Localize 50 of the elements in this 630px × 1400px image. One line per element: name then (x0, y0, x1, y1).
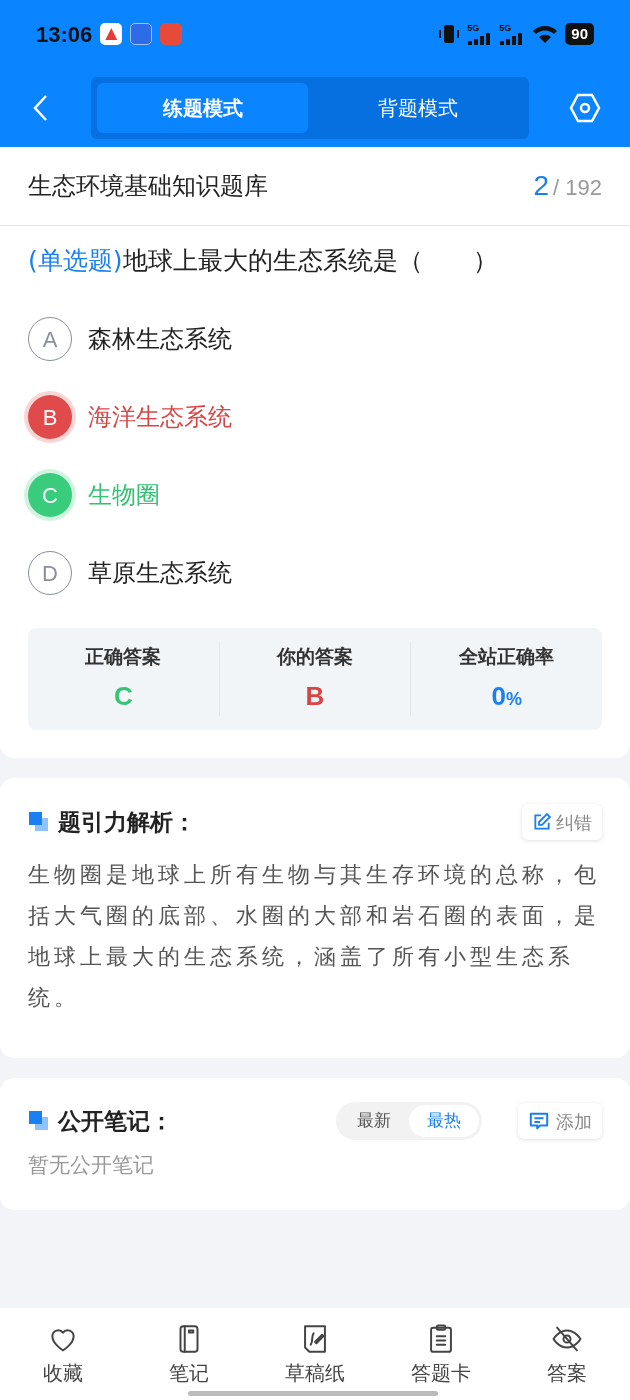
app-notification-icon (130, 23, 153, 45)
question-total: / 192 (553, 174, 602, 202)
answer-option[interactable]: A 森林生态系统 (28, 300, 602, 378)
current-number: 2 (533, 169, 550, 203)
analysis-title: 题引力解析： (58, 807, 196, 837)
option-text: 森林生态系统 (88, 324, 232, 355)
notes-title: 公开笔记： (58, 1106, 173, 1136)
app-notification-icon (100, 23, 123, 45)
bank-title: 生态环境基础知识题库 (28, 171, 268, 202)
squares-icon (28, 811, 50, 833)
answer-option[interactable]: B 海洋生态系统 (28, 378, 602, 456)
battery-indicator: 90 (565, 23, 594, 45)
nav-item[interactable]: 答题卡 (378, 1308, 504, 1400)
network-label: 5G (499, 23, 512, 33)
option-text: 生物圈 (88, 480, 160, 511)
edit-icon (532, 812, 552, 832)
mode-tab[interactable]: 背题模式 (312, 82, 523, 133)
option-letter: C (28, 473, 72, 517)
result-value: 0% (491, 679, 522, 713)
question-text: (单选题)地球上最大的生态系统是（ ） (28, 245, 499, 277)
sort-tab[interactable]: 最热 (409, 1105, 479, 1137)
nav-item[interactable]: 收藏 (0, 1308, 126, 1400)
squares-icon (28, 1110, 50, 1132)
nav-item[interactable]: 答案 (504, 1308, 630, 1400)
answer-option[interactable]: D 草原生态系统 (28, 534, 602, 612)
clock: 13:06 (36, 20, 93, 49)
analysis-text: 生物圈是地球上所有生物与其生存环境的总称，包括大气圈的底部、水圈的大部和岩石圈的表面，是地球上最大的生态系统，涵盖了所有小型生态系统。 (28, 861, 601, 1012)
result-value: B (305, 679, 325, 713)
network-label: 5G (467, 23, 480, 33)
result-label: 全站正确率 (459, 644, 555, 670)
option-letter: B (28, 395, 72, 439)
comment-icon (528, 1111, 550, 1131)
option-text: 草原生态系统 (88, 558, 232, 589)
report-error-button[interactable]: 纠错 (522, 804, 602, 840)
sort-tab[interactable]: 最新 (339, 1105, 409, 1137)
wifi-icon (531, 23, 560, 45)
mode-tab[interactable]: 练题模式 (97, 82, 308, 133)
add-note-button[interactable]: 添加 (518, 1103, 602, 1139)
result-label: 你的答案 (277, 644, 353, 670)
option-text: 海洋生态系统 (88, 402, 232, 433)
nav-item[interactable]: 笔记 (126, 1308, 252, 1400)
settings-icon (569, 92, 601, 123)
app-notification-icon (160, 23, 183, 45)
option-letter: D (28, 551, 72, 595)
vibrate-icon (437, 23, 462, 45)
result-label: 正确答案 (85, 644, 162, 670)
result-value: C (113, 679, 133, 713)
option-letter: A (28, 317, 72, 361)
nav-item[interactable]: 草稿纸 (252, 1308, 378, 1400)
empty-notes-text: 暂无公开笔记 (28, 1152, 155, 1179)
